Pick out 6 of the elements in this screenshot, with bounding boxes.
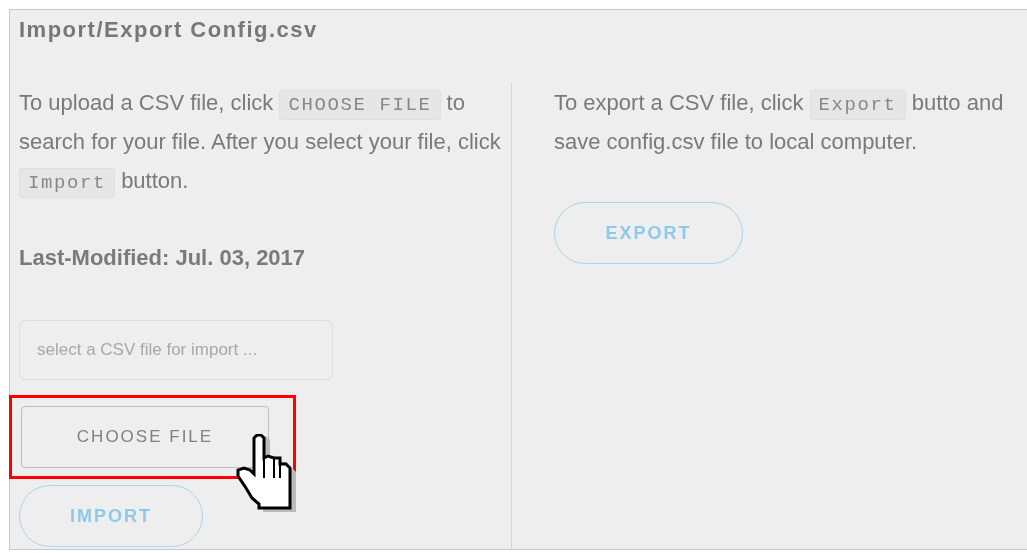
- last-modified-text: Last-Modified: Jul. 03, 2017: [19, 244, 306, 272]
- file-field[interactable]: select a CSV file for import ...: [19, 320, 333, 380]
- import-instructions: To upload a CSV file, click CHOOSE FILE to search for your file. After you select your file, click Import button.: [19, 83, 511, 200]
- choose-file-button[interactable]: CHOOSE FILE: [21, 406, 269, 468]
- page-title: Import/Export Config.csv: [19, 16, 318, 44]
- export-instructions: To export a CSV file, click Export butto and save config.csv file to local computer.: [554, 89, 1005, 156]
